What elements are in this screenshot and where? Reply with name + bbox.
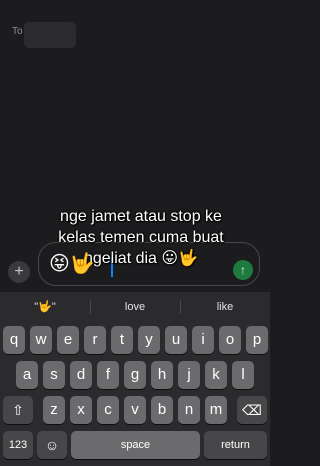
emoji-key[interactable]: ☺ — [37, 431, 67, 459]
key-k[interactable]: k — [205, 361, 227, 389]
key-t[interactable]: t — [111, 326, 133, 354]
key-w[interactable]: w — [30, 326, 52, 354]
key-d[interactable]: d — [70, 361, 92, 389]
caption-line-1: nge jamet atau stop ke — [60, 208, 222, 225]
plus-button[interactable]: + — [8, 261, 30, 283]
key-g[interactable]: g — [124, 361, 146, 389]
key-n[interactable]: n — [178, 396, 200, 424]
key-v[interactable]: v — [124, 396, 146, 424]
message-emoji: 😝🤟 — [49, 253, 95, 275]
keyboard: "🤟" love like q w e r t y u i o p a s d … — [0, 292, 270, 466]
key-h[interactable]: h — [151, 361, 173, 389]
to-label: To — [12, 26, 23, 37]
caption-line-2: kelas temen cuma buat — [58, 229, 224, 246]
shift-icon: ⇧ — [12, 402, 24, 418]
key-a[interactable]: a — [16, 361, 38, 389]
key-z[interactable]: z — [43, 396, 65, 424]
key-s[interactable]: s — [43, 361, 65, 389]
key-l[interactable]: l — [232, 361, 254, 389]
key-x[interactable]: x — [70, 396, 92, 424]
to-field[interactable]: To — [0, 18, 270, 50]
key-f[interactable]: f — [97, 361, 119, 389]
key-y[interactable]: y — [138, 326, 160, 354]
recipient-chip[interactable] — [24, 22, 76, 48]
space-key[interactable]: space — [71, 431, 200, 459]
key-c[interactable]: c — [97, 396, 119, 424]
key-u[interactable]: u — [165, 326, 187, 354]
shift-key[interactable]: ⇧ — [3, 396, 33, 424]
key-o[interactable]: o — [219, 326, 241, 354]
delete-icon: ⌫ — [242, 402, 262, 418]
key-e[interactable]: e — [57, 326, 79, 354]
suggestion-bar: "🤟" love like — [0, 292, 270, 322]
message-compose-screen: To nge jamet atau stop ke kelas temen cu… — [0, 0, 270, 466]
return-key[interactable]: return — [204, 431, 267, 459]
key-b[interactable]: b — [151, 396, 173, 424]
suggestion-3[interactable]: like — [180, 292, 270, 322]
caption-emoji: 😛🤟 — [161, 250, 198, 267]
suggestion-1[interactable]: "🤟" — [0, 292, 90, 322]
key-r[interactable]: r — [84, 326, 106, 354]
numbers-key[interactable]: 123 — [3, 431, 33, 459]
suggestion-2[interactable]: love — [90, 292, 180, 322]
key-j[interactable]: j — [178, 361, 200, 389]
key-p[interactable]: p — [246, 326, 268, 354]
key-m[interactable]: m — [205, 396, 227, 424]
key-i[interactable]: i — [192, 326, 214, 354]
delete-key[interactable]: ⌫ — [237, 396, 267, 424]
emoji-icon: ☺ — [44, 437, 60, 453]
key-q[interactable]: q — [3, 326, 25, 354]
